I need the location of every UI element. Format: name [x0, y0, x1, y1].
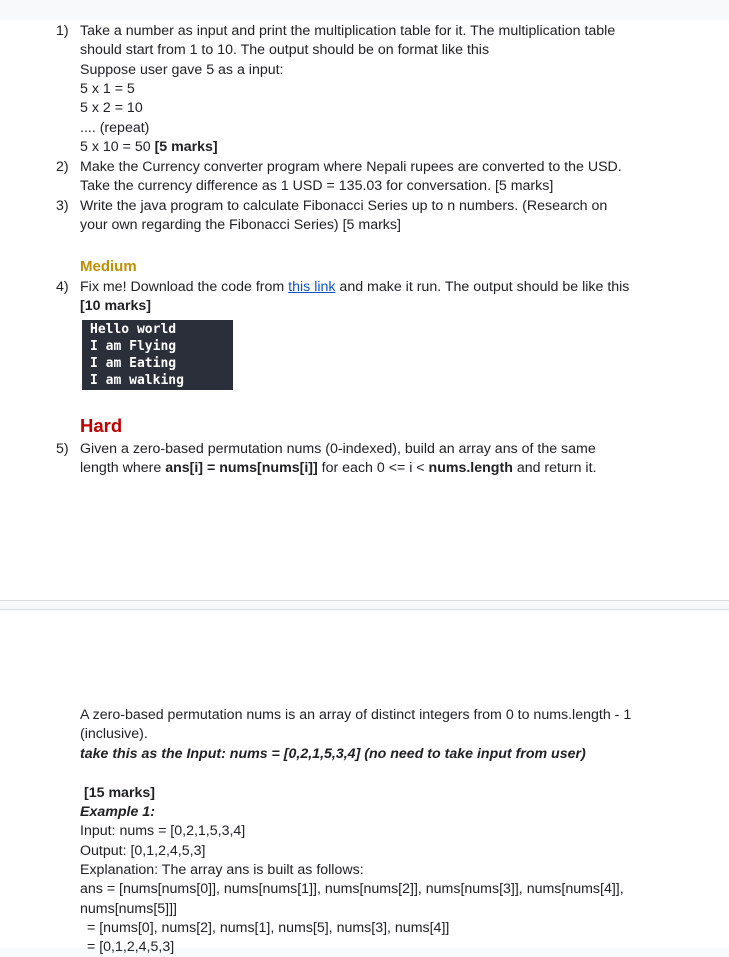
q5-text: for each 0 <= i <	[317, 460, 429, 476]
example-input: Input: nums = [0,2,1,5,3,4]	[80, 823, 246, 839]
q2-line2: Take the currency difference as 1 USD = …	[80, 178, 554, 194]
q1-number: 1)	[56, 23, 69, 39]
q1-example-2: 5 x 2 = 10	[80, 100, 143, 116]
q1-example-1: 5 x 1 = 5	[80, 81, 135, 97]
q5-formula: ans[i] = nums[nums[i]]	[165, 460, 318, 476]
q4-post: and make it run. The output should be li…	[335, 279, 630, 295]
q5-text: length where	[80, 460, 166, 476]
example-ans-3: = [nums[0], nums[2], nums[1], nums[5], n…	[87, 920, 450, 936]
q2-line1: Make the Currency converter program wher…	[80, 159, 622, 175]
example-output: Output: [0,1,2,4,5,3]	[80, 843, 206, 859]
q2-number: 2)	[56, 159, 69, 175]
example-ans-4: = [0,1,2,4,5,3]	[87, 939, 175, 955]
q4-marks: [10 marks]	[80, 298, 151, 314]
example-ans-2: nums[nums[5]]]	[80, 901, 177, 917]
example-heading: Example 1:	[80, 804, 155, 820]
q5-line2: length where ans[i] = nums[nums[i]] for …	[80, 459, 596, 478]
code-line: I am Flying	[90, 339, 177, 354]
p2-input-text: take this as the Input: nums =	[80, 746, 284, 762]
document-page-2: A zero-based permutation nums is an arra…	[0, 609, 729, 955]
code-line: Hello world	[90, 322, 177, 337]
q4-number: 4)	[56, 279, 69, 295]
p2-input-text: (no need to take input from user)	[360, 746, 586, 762]
q5-text: and return it.	[512, 460, 597, 476]
heading-medium: Medium	[80, 258, 137, 275]
example-ans-1: ans = [nums[nums[0]], nums[nums[1]], num…	[80, 881, 624, 897]
q3-number: 3)	[56, 198, 69, 214]
q3-line1: Write the java program to calculate Fibo…	[80, 198, 608, 214]
download-link[interactable]: this link	[288, 279, 335, 295]
code-line: I am walking	[90, 373, 184, 388]
heading-hard: Hard	[80, 415, 123, 436]
q1-example-4: 5 x 10 = 50	[80, 139, 151, 155]
q5-line1: Given a zero-based permutation nums (0-i…	[80, 441, 596, 457]
code-output-block: Hello world I am Flying I am Eating I am…	[82, 320, 233, 390]
q1-line3: Suppose user gave 5 as a input:	[80, 62, 284, 78]
p2-definition-1: A zero-based permutation nums is an arra…	[80, 707, 632, 723]
code-line: I am Eating	[90, 356, 177, 371]
example-explanation: Explanation: The array ans is built as f…	[80, 862, 364, 878]
q5-number: 5)	[56, 441, 69, 457]
q1-marks: [5 marks]	[154, 139, 218, 155]
q1-example-last: 5 x 10 = 50 [5 marks]	[80, 138, 218, 157]
p2-marks: [15 marks]	[84, 785, 155, 801]
q4-line1: Fix me! Download the code from this link…	[80, 278, 629, 297]
q5-length: nums.length	[428, 460, 513, 476]
p2-input-note: take this as the Input: nums = [0,2,1,5,…	[80, 745, 586, 764]
q1-example-repeat: .... (repeat)	[80, 120, 150, 136]
q1-line2: should start from 1 to 10. The output sh…	[80, 42, 490, 58]
p2-input-array: [0,2,1,5,3,4]	[283, 746, 361, 762]
document-page-1: 1) Take a number as input and print the …	[0, 20, 729, 601]
p2-definition-2: (inclusive).	[80, 726, 148, 742]
q4-pre: Fix me! Download the code from	[80, 279, 289, 295]
q1-line1: Take a number as input and print the mul…	[80, 23, 616, 39]
q3-line2: your own regarding the Fibonacci Series)…	[80, 217, 401, 233]
